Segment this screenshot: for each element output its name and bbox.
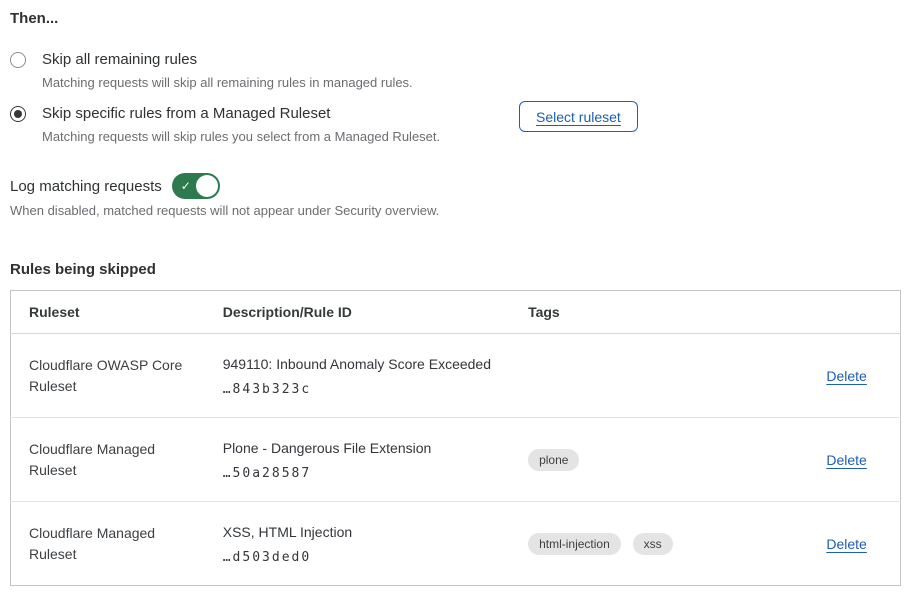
tag-pill: xss xyxy=(633,533,673,555)
ruleset-name: Cloudflare OWASP Core Ruleset xyxy=(29,355,194,397)
radio-button-unselected[interactable] xyxy=(10,52,26,68)
rule-description: Plone - Dangerous File Extension xyxy=(223,438,528,459)
rules-table: Ruleset Description/Rule ID Tags Cloudfl… xyxy=(10,290,901,586)
tags-cell xyxy=(528,334,788,418)
table-row: Cloudflare OWASP Core Ruleset 949110: In… xyxy=(11,334,901,418)
delete-link[interactable]: Delete xyxy=(826,452,866,468)
log-matching-label: Log matching requests xyxy=(10,178,162,195)
log-matching-description: When disabled, matched requests will not… xyxy=(10,203,439,218)
log-matching-toggle[interactable]: ✓ xyxy=(172,173,220,199)
delete-link[interactable]: Delete xyxy=(826,368,866,384)
tag-pill: html-injection xyxy=(528,533,621,555)
table-row: Cloudflare Managed Ruleset XSS, HTML Inj… xyxy=(11,502,901,586)
tags-cell: html-injection xss xyxy=(528,502,788,586)
rule-id: …d503ded0 xyxy=(223,550,528,565)
rules-being-skipped-heading: Rules being skipped xyxy=(10,261,156,278)
table-row: Cloudflare Managed Ruleset Plone - Dange… xyxy=(11,418,901,502)
ruleset-name: Cloudflare Managed Ruleset xyxy=(29,439,194,481)
ruleset-name: Cloudflare Managed Ruleset xyxy=(29,523,194,565)
waf-rule-action-panel: Then... Skip all remaining rules Matchin… xyxy=(0,0,911,614)
rule-id: …843b323c xyxy=(223,382,528,397)
column-header-tags: Tags xyxy=(528,291,788,334)
tag-pill: plone xyxy=(528,449,579,471)
column-header-ruleset: Ruleset xyxy=(11,291,223,334)
radio-description: Matching requests will skip rules you se… xyxy=(42,128,440,145)
table-header-row: Ruleset Description/Rule ID Tags xyxy=(11,291,901,334)
tags-cell: plone xyxy=(528,418,788,502)
select-ruleset-button[interactable]: Select ruleset xyxy=(519,101,638,132)
radio-option-skip-specific[interactable]: Skip specific rules from a Managed Rules… xyxy=(10,104,330,124)
radio-label[interactable]: Skip all remaining rules xyxy=(42,50,197,70)
check-icon: ✓ xyxy=(181,179,191,193)
radio-button-selected[interactable] xyxy=(10,106,26,122)
radio-label[interactable]: Skip specific rules from a Managed Rules… xyxy=(42,104,330,124)
column-header-action xyxy=(788,291,900,334)
delete-link[interactable]: Delete xyxy=(826,536,866,552)
rule-description: 949110: Inbound Anomaly Score Exceeded xyxy=(223,354,528,375)
radio-description: Matching requests will skip all remainin… xyxy=(42,74,413,91)
log-matching-row: Log matching requests ✓ xyxy=(10,173,220,199)
toggle-knob xyxy=(196,175,218,197)
radio-option-skip-all[interactable]: Skip all remaining rules xyxy=(10,50,197,70)
column-header-description: Description/Rule ID xyxy=(223,291,528,334)
then-heading: Then... xyxy=(10,10,58,27)
rule-id: …50a28587 xyxy=(223,466,528,481)
rule-description: XSS, HTML Injection xyxy=(223,522,528,543)
